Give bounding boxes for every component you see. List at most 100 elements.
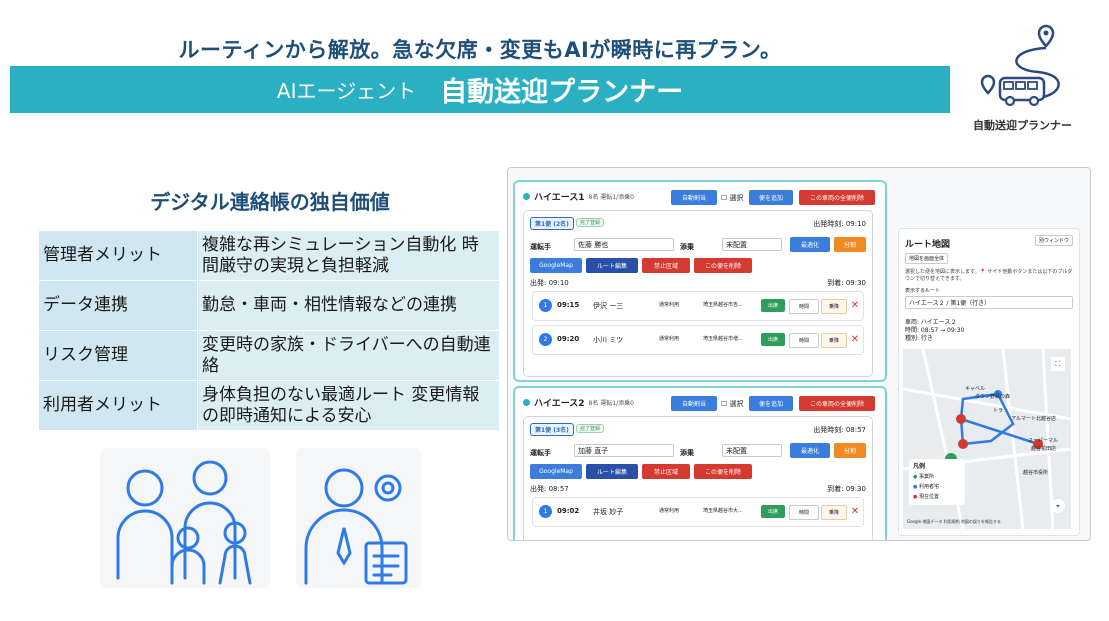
vehicle-status-dot — [523, 399, 530, 406]
edit-route-button[interactable]: ルート編集 — [586, 464, 638, 479]
map-canvas[interactable]: キャベル トラ アルマート北越谷店 スーパーマル 越谷花田店 ダウン野鳥の森 越… — [903, 349, 1071, 529]
row-value: 変更時の家族・ドライバーへの自動連絡 — [197, 330, 500, 381]
trip-panel: 第1便 (2名) 完了登録 出発時刻: 09:10 運転手 佐藤 勝也 添乗 未… — [523, 210, 873, 377]
map-title: ルート地図 — [905, 240, 951, 250]
split-button[interactable]: 分割 — [834, 443, 866, 458]
ride-button[interactable]: 乗降 — [821, 505, 847, 520]
locate-icon[interactable]: ⌖ — [1051, 499, 1065, 513]
place-label: アルマート北越谷店 — [1011, 416, 1056, 422]
marker-e[interactable] — [958, 439, 968, 449]
select-checkbox[interactable]: ☐ 選択 — [721, 193, 744, 203]
vehicle-status-dot — [523, 193, 530, 200]
stop-address: 埼玉県越谷市大... — [703, 508, 743, 514]
stop-row[interactable]: 1 09:15 伊沢 一三 通常利用 埼玉県越谷市吉... 出席 時間 乗降 ✕ — [532, 291, 864, 321]
remove-stop-icon[interactable]: ✕ — [849, 333, 861, 346]
time-button[interactable]: 時間 — [789, 299, 819, 314]
map-footer: Google 地図データ 利用規約 地図の誤りを報告する — [907, 519, 1001, 524]
vehicle-header: ハイエース1 8名 運転1/添乗0 — [523, 190, 634, 203]
vehicle-card: ハイエース2 8名 運転1/添乗0 自動割当 ☐ 選択 便を追加 この車両の全便… — [513, 386, 887, 540]
escort-label: 添乗 — [680, 449, 694, 457]
route-map-panel: ルート地図 別ウィンドウ 地図を画面全体 選択した便を地図に表示します。📍 サイ… — [898, 228, 1080, 536]
select-label: 選択 — [729, 194, 744, 202]
row-key: 利用者メリット — [38, 380, 198, 431]
depart-label: 出発: 09:10 — [530, 279, 569, 287]
add-trip-button[interactable]: 便を追加 — [749, 190, 793, 205]
escort-select[interactable]: 未配置 — [722, 444, 782, 457]
row-value: 勤怠・車両・相性情報などの連携 — [197, 280, 500, 331]
forbidden-area-button[interactable]: 禁止区域 — [642, 258, 690, 273]
google-map-button[interactable]: GoogleMap — [530, 258, 582, 273]
edit-route-button[interactable]: ルート編集 — [586, 258, 638, 273]
row-value: 身体負担のない最適ルート 変更情報の即時通知による安心 — [197, 380, 500, 431]
stop-row[interactable]: 2 09:20 小川 ミツ 通常利用 埼玉県越谷市増... 出席 時間 乗降 ✕ — [532, 325, 864, 355]
delete-trip-button[interactable]: この便を削除 — [694, 258, 752, 273]
driver-select[interactable]: 佐藤 勝也 — [574, 238, 674, 251]
driver-select[interactable]: 加藤 直子 — [574, 444, 674, 457]
optimize-button[interactable]: 最適化 — [790, 237, 830, 252]
place-label: 越谷市役所 — [1023, 470, 1049, 476]
remove-stop-icon[interactable]: ✕ — [849, 505, 861, 518]
logo-caption: 自動送迎プランナー — [973, 119, 1072, 132]
select-checkbox[interactable]: ☐ 選択 — [721, 399, 744, 409]
legend-item: ● 事業所 — [913, 474, 934, 480]
split-button[interactable]: 分割 — [834, 237, 866, 252]
place-label: ダウン野鳥の森 — [975, 394, 1011, 400]
value-table: 管理者メリット 複雑な再シミュレーション自動化 時間厳守の実現と負担軽減 データ… — [38, 230, 500, 431]
time-button[interactable]: 時間 — [789, 333, 819, 348]
escort-select[interactable]: 未配置 — [722, 238, 782, 251]
vehicle-count: 8名 運転1/添乗0 — [588, 194, 634, 201]
open-window-button[interactable]: 別ウィンドウ — [1034, 235, 1073, 246]
ride-button[interactable]: 乗降 — [821, 299, 847, 314]
delete-trip-button[interactable]: この便を削除 — [694, 464, 752, 479]
escort-value: 未配置 — [726, 240, 747, 249]
fit-map-button[interactable]: 地図を画面全体 — [905, 253, 949, 264]
table-row: 利用者メリット 身体負担のない最適ルート 変更情報の即時通知による安心 — [38, 380, 500, 431]
auto-assign-button[interactable]: 自動割当 — [671, 396, 717, 411]
add-trip-button[interactable]: 便を追加 — [749, 396, 793, 411]
subtitle: ルーティンから解放。急な欠席・変更もAIが瞬時に再プラン。 — [178, 38, 782, 62]
stop-number: 1 — [539, 505, 552, 518]
forbidden-area-button[interactable]: 禁止区域 — [642, 464, 690, 479]
banner-small-text: AIエージェント — [276, 79, 417, 103]
staff-settings-illustration-icon — [296, 448, 421, 588]
route-select[interactable]: ハイエース２ / 第1便（行き） — [905, 296, 1073, 309]
route-path — [960, 417, 1039, 446]
place-label: キャベル — [965, 386, 986, 392]
route-label: 表示するルート — [905, 288, 941, 294]
legend-item: ● 現在位置 — [913, 494, 939, 500]
app-screenshot: ハイエース1 8名 運転1/添乗0 自動割当 ☐ 選択 便を追加 この車両の全便… — [507, 167, 1091, 541]
delete-all-trips-button[interactable]: この車両の全便削除 — [799, 190, 875, 205]
attend-button[interactable]: 出席 — [761, 299, 785, 312]
stop-name: 井坂 妙子 — [593, 508, 624, 516]
escort-value: 未配置 — [726, 446, 747, 455]
stop-address: 埼玉県越谷市吉... — [703, 302, 743, 308]
table-row: データ連携 勤怠・車両・相性情報などの連携 — [38, 280, 500, 331]
trip-tag[interactable]: 第1便 (2名) — [530, 217, 574, 230]
trip-tag[interactable]: 第1便 (3名) — [530, 423, 574, 436]
stop-time: 09:02 — [557, 507, 580, 515]
driver-label: 運転手 — [530, 243, 551, 251]
info-type: 種別: 行き — [905, 335, 933, 342]
row-value: 複雑な再シミュレーション自動化 時間厳守の実現と負担軽減 — [197, 230, 500, 281]
remove-stop-icon[interactable]: ✕ — [849, 299, 861, 312]
stop-number: 2 — [539, 333, 552, 346]
attend-button[interactable]: 出席 — [761, 333, 785, 346]
time-button[interactable]: 時間 — [789, 505, 819, 520]
attend-button[interactable]: 出席 — [761, 505, 785, 518]
legend-item: ● 利用者宅 — [913, 484, 939, 490]
title-banner: AIエージェント 自動送迎プランナー — [10, 66, 950, 113]
marker-c[interactable] — [956, 414, 966, 424]
stop-row[interactable]: 1 09:02 井坂 妙子 通常利用 埼玉県越谷市大... 出席 時間 乗降 ✕ — [532, 497, 864, 527]
table-row: 管理者メリット 複雑な再シミュレーション自動化 時間厳守の実現と負担軽減 — [38, 230, 500, 281]
departure-time: 出発時刻: 08:57 — [813, 426, 866, 434]
stop-name: 小川 ミツ — [593, 336, 624, 344]
row-key: リスク管理 — [38, 330, 198, 381]
ride-button[interactable]: 乗降 — [821, 333, 847, 348]
optimize-button[interactable]: 最適化 — [790, 443, 830, 458]
stop-time: 09:20 — [557, 335, 580, 343]
delete-all-trips-button[interactable]: この車両の全便削除 — [799, 396, 875, 411]
select-label: 選択 — [729, 400, 744, 408]
fullscreen-icon[interactable]: ⛶ — [1051, 357, 1065, 371]
google-map-button[interactable]: GoogleMap — [530, 464, 582, 479]
auto-assign-button[interactable]: 自動割当 — [671, 190, 717, 205]
